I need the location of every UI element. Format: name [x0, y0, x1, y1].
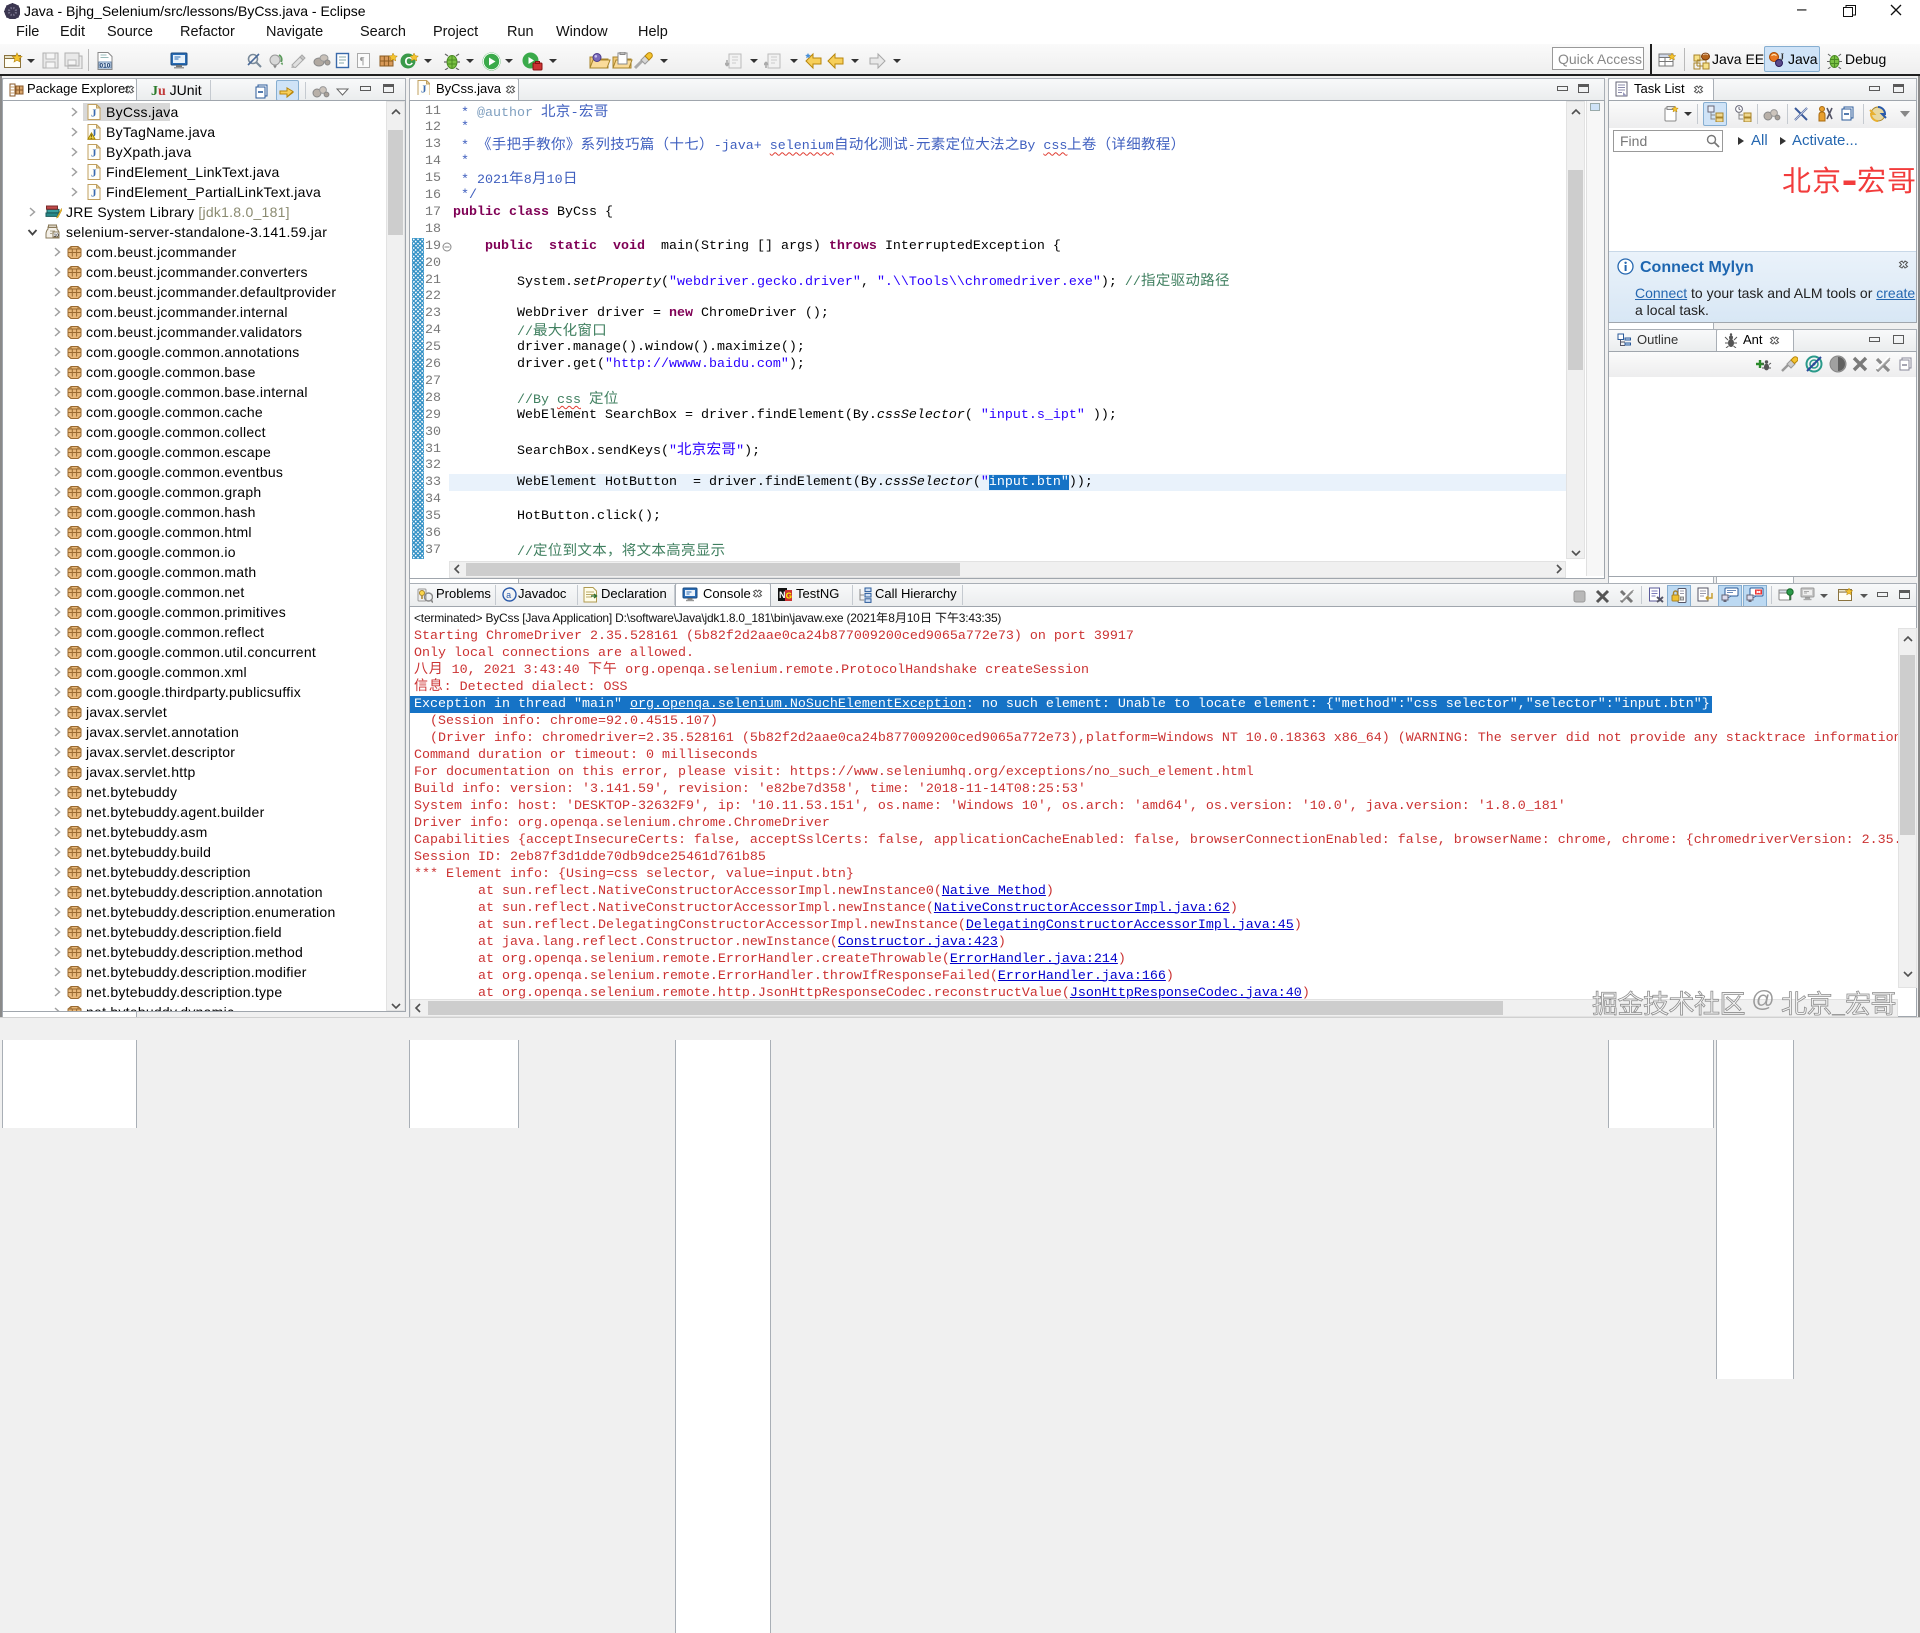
svg-text:J: J — [91, 148, 97, 160]
svg-text:G: G — [786, 592, 792, 601]
svg-text:J: J — [91, 168, 97, 180]
svg-text:J: J — [91, 188, 97, 200]
svg-text:a: a — [506, 591, 512, 601]
svg-text:10: 10 — [54, 233, 60, 238]
svg-text:¶: ¶ — [360, 56, 365, 67]
svg-text:J: J — [91, 108, 97, 120]
svg-text:J: J — [421, 84, 427, 96]
svg-text:J: J — [1780, 52, 1785, 62]
svg-text:N: N — [779, 590, 786, 600]
svg-text:010: 010 — [100, 62, 111, 69]
